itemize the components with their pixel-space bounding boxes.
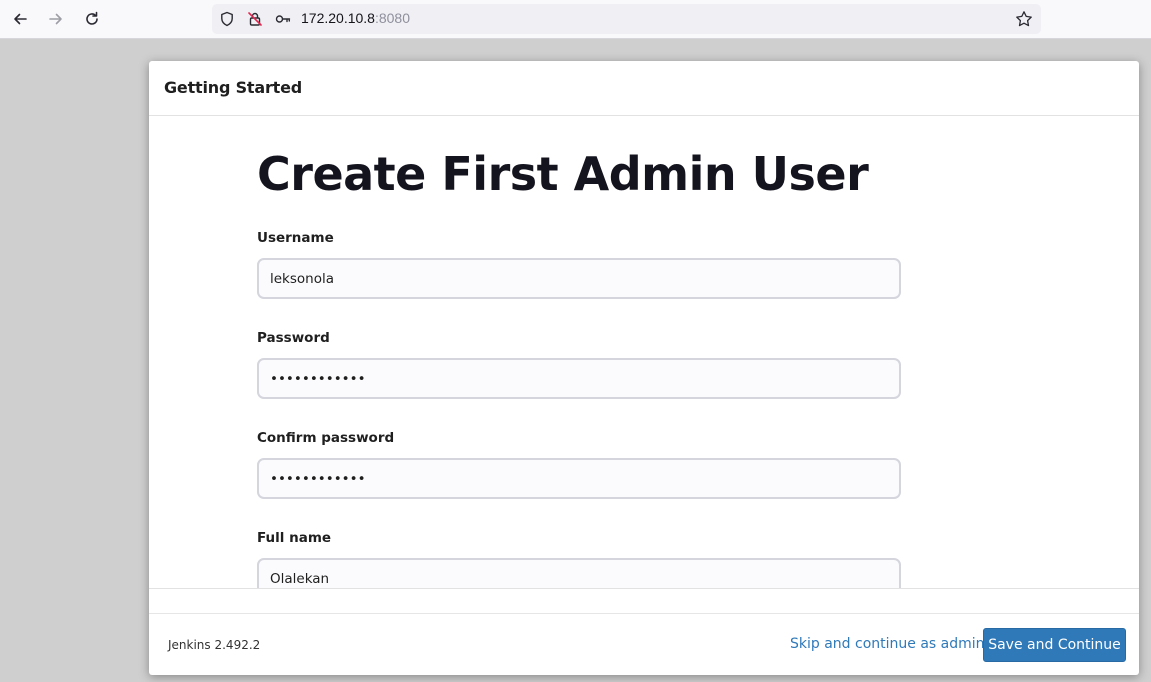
insecure-lock-icon[interactable] [247,11,263,27]
reload-icon[interactable] [78,6,106,32]
footer-divider [149,613,1139,614]
key-icon[interactable] [275,11,291,27]
dialog-body[interactable]: Create First Admin User Username Passwor… [149,117,1139,588]
url-host: 172.20.10.8 [301,10,375,26]
forward-arrow-icon[interactable] [42,6,70,32]
back-arrow-icon[interactable] [6,6,34,32]
url-text[interactable]: 172.20.10.8:8080 [301,10,410,26]
password-input[interactable] [257,358,901,399]
save-continue-button[interactable]: Save and Continue [983,628,1126,662]
confirm-password-input[interactable] [257,458,901,499]
browser-toolbar: 172.20.10.8:8080 [0,0,1151,39]
url-bar[interactable]: 172.20.10.8:8080 [212,4,1041,34]
dialog-header: Getting Started [149,61,1139,116]
password-label: Password [257,330,330,346]
full-name-label: Full name [257,530,332,546]
url-port: :8080 [374,10,411,26]
skip-continue-link[interactable]: Skip and continue as admin [790,636,985,652]
full-name-input[interactable] [257,558,901,588]
confirm-password-label: Confirm password [257,430,395,446]
shield-icon[interactable] [219,11,235,27]
star-icon[interactable] [1015,10,1033,28]
dialog-header-title: Getting Started [164,78,302,97]
dialog-footer: Jenkins 2.492.2 Skip and continue as adm… [149,588,1139,675]
page-title: Create First Admin User [257,147,869,201]
version-label: Jenkins 2.492.2 [168,638,261,652]
username-input[interactable] [257,258,901,299]
setup-dialog: Getting Started Create First Admin User … [149,61,1139,675]
username-label: Username [257,230,334,246]
